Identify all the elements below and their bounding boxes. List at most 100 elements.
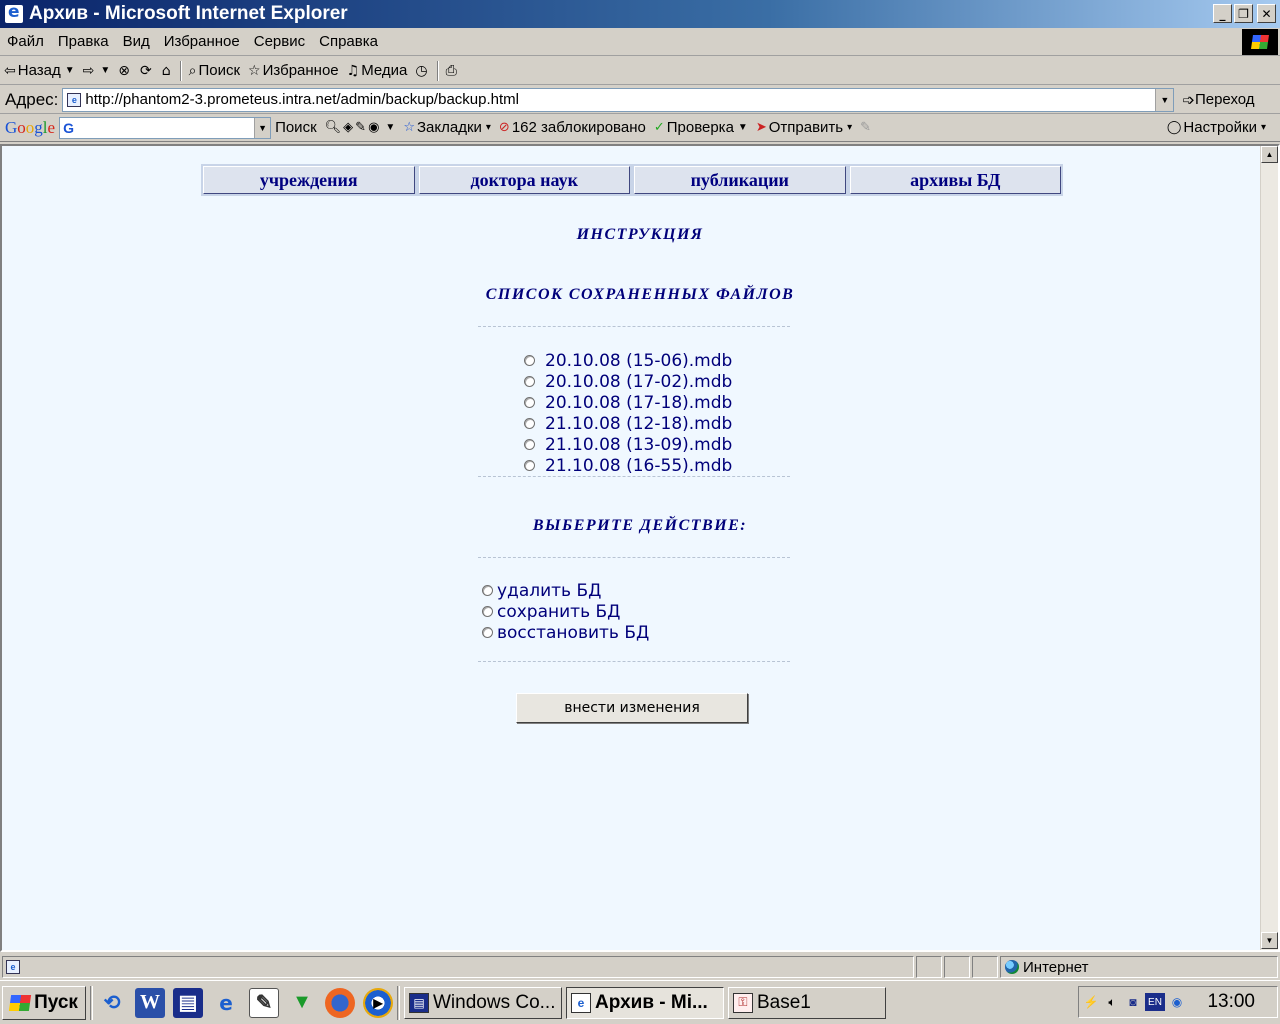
action-list: удалить БД сохранить БД восстановить БД [482,580,649,643]
taskbar-separator [90,985,93,1020]
commander-icon: ▤ [409,992,429,1013]
file-radio[interactable] [524,355,535,366]
forward-dropdown-icon[interactable]: ▼ [100,65,110,76]
spellcheck-button[interactable]: ✓ Проверка ▼ [650,119,752,136]
menu-help[interactable]: Справка [312,33,385,50]
address-input[interactable]: e http://phantom2-3.prometeus.intra.net/… [62,87,1175,112]
settings-label: Настройки [1183,119,1257,136]
network-icon[interactable]: ◙ [1124,993,1142,1011]
history-button[interactable]: ◷ [411,59,433,83]
file-radio[interactable] [524,397,535,408]
media-button[interactable]: ♫ Медиа [343,59,412,83]
scroll-up-icon[interactable]: ▲ [1261,146,1278,163]
go-button[interactable]: ➩ Переход [1182,91,1254,109]
media-player-icon[interactable]: ▶ [363,987,393,1018]
action-option-delete[interactable]: удалить БД [482,580,649,601]
file-radio[interactable] [524,460,535,471]
file-option[interactable]: 21.10.08 (12-18).mdb [524,413,732,434]
task-windows-commander[interactable]: ▤ Windows Co... [404,986,562,1019]
stop-button[interactable]: ⊗ [114,59,136,83]
file-radio[interactable] [524,439,535,450]
autofill-button[interactable]: ✎ [856,120,877,135]
notepad-icon[interactable]: ✎ [249,987,279,1018]
menu-edit[interactable]: Правка [51,33,116,50]
file-radio[interactable] [524,418,535,429]
action-radio[interactable] [482,627,493,638]
winamp-icon[interactable]: ▼ [287,988,317,1018]
action-radio[interactable] [482,585,493,596]
google-search-button[interactable]: Поиск [271,119,321,136]
back-button[interactable]: ⇦ Назад ▼ [0,59,79,83]
submit-changes-button[interactable]: внести изменения [516,693,748,723]
sync-icon[interactable]: ⟲ [97,988,127,1018]
nav-institutions[interactable]: учреждения [203,166,415,194]
print-button[interactable]: ⎙ [442,59,463,83]
nav-doctors[interactable]: доктора наук [418,166,630,194]
back-dropdown-icon[interactable]: ▼ [65,65,75,76]
google-search-dropdown-icon[interactable]: ▼ [254,117,271,138]
save-disk-icon[interactable]: ▤ [173,987,203,1018]
start-button[interactable]: Пуск [2,985,86,1020]
action-radio[interactable] [482,606,493,617]
action-option-restore[interactable]: восстановить БД [482,622,649,643]
power-icon[interactable]: ⚡ [1082,993,1100,1011]
address-url[interactable]: http://phantom2-3.prometeus.intra.net/ad… [85,91,519,108]
tools-dropdown-icon[interactable]: ▼ [385,122,395,133]
close-button[interactable]: ✕ [1257,4,1276,23]
task-archive-ie[interactable]: e Архив - Mi... [566,986,724,1019]
bookmarks-button[interactable]: ☆ Закладки ▾ [399,119,495,136]
zone-label: Интернет [1023,958,1089,976]
google-search-input[interactable]: G ▼ [59,116,272,139]
pagerank-icon[interactable]: ◉ [368,120,379,135]
news-icon[interactable]: ✎ [355,120,366,135]
menu-favorites[interactable]: Избранное [157,33,247,50]
file-option[interactable]: 20.10.08 (15-06).mdb [524,350,732,371]
nav-db-archives[interactable]: архивы БД [849,166,1061,194]
minimize-button[interactable]: _ [1213,4,1232,23]
check-dropdown-icon: ▼ [737,122,748,133]
favorites-label: Избранное [262,62,339,79]
send-button[interactable]: ➤ Отправить ▾ [752,119,856,136]
action-option-save[interactable]: сохранить БД [482,601,649,622]
menu-file[interactable]: Файл [0,33,51,50]
favorites-button[interactable]: ☆ Избранное [244,59,343,83]
divider [478,326,790,327]
search-button[interactable]: ⌕ Поиск [185,59,244,83]
home-button[interactable]: ⌂ [158,59,177,83]
ie-quicklaunch-icon[interactable]: e [211,988,241,1018]
file-option[interactable]: 21.10.08 (16-55).mdb [524,455,732,476]
forward-button[interactable]: ⇨ ▼ [79,59,115,83]
firefox-icon[interactable] [325,987,355,1018]
word-icon[interactable]: W [135,987,165,1018]
bookmarks-label: Закладки [416,119,482,136]
language-indicator[interactable]: EN [1145,993,1165,1011]
clock[interactable]: 13:00 [1207,991,1255,1013]
task-base1[interactable]: ⚿ Base1 [728,986,886,1019]
file-option[interactable]: 20.10.08 (17-02).mdb [524,371,732,392]
back-arrow-icon: ⇦ [4,62,16,79]
file-option[interactable]: 20.10.08 (17-18).mdb [524,392,732,413]
volume-icon[interactable]: 🔈︎ [1103,993,1121,1011]
address-dropdown-icon[interactable]: ▼ [1155,88,1174,111]
file-radio[interactable] [524,376,535,387]
file-label: 20.10.08 (17-18).mdb [545,392,733,413]
file-option[interactable]: 21.10.08 (13-09).mdb [524,434,732,455]
vertical-scrollbar[interactable]: ▲ ▼ [1260,146,1278,950]
settings-button[interactable]: ◯ Настройки ▾ [1163,119,1270,136]
refresh-button[interactable]: ⟳ [136,59,158,83]
file-label: 20.10.08 (15-06).mdb [545,350,733,371]
send-label: Отправить [768,119,844,136]
antivirus-icon[interactable]: ◉ [1168,993,1186,1011]
instruction-link[interactable]: ИНСТРУКЦИЯ [2,226,1278,244]
scholar-icon[interactable]: ◈ [343,120,353,135]
magnifier-icon[interactable]: 🔍︎ [325,120,342,135]
scroll-down-icon[interactable]: ▼ [1261,932,1278,949]
nav-publications[interactable]: публикации [634,166,846,194]
maximize-button[interactable]: ❐ [1234,4,1253,23]
menu-tools[interactable]: Сервис [247,33,312,50]
history-icon: ◷ [415,62,428,79]
menu-view[interactable]: Вид [116,33,157,50]
popup-blocker-button[interactable]: ⊘ 162 заблокировано [495,119,650,136]
google-logo[interactable]: Google [5,118,55,138]
google-g-icon: G [63,119,74,136]
